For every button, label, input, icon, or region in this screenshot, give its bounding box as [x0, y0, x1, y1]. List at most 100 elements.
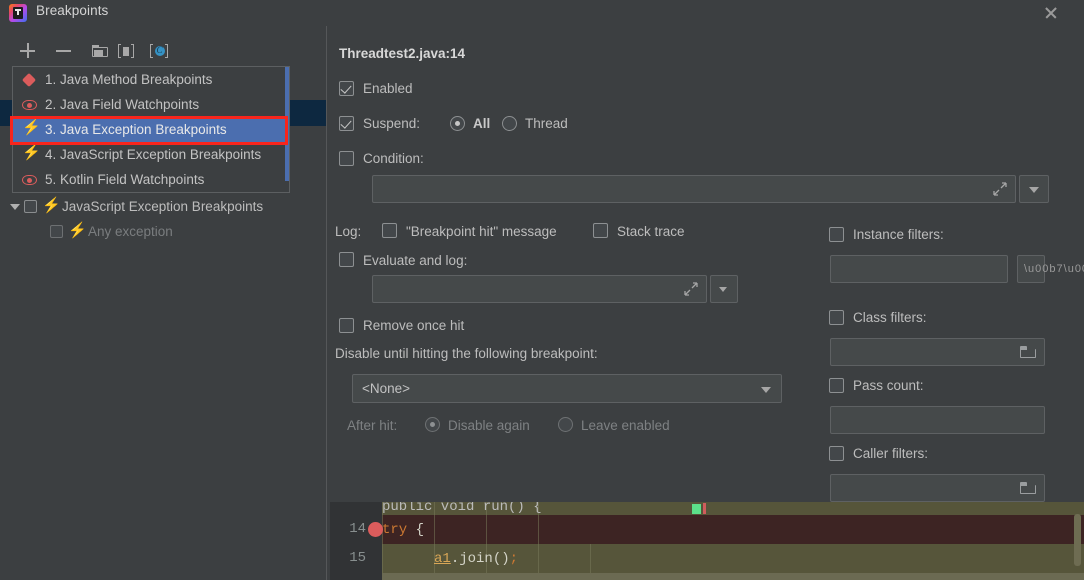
caller-filters-input[interactable] — [830, 474, 1045, 502]
tree-group-row[interactable]: JavaScript Exception Breakpoints — [0, 194, 326, 219]
popup-item-label: 2. Java Field Watchpoints — [45, 97, 200, 112]
evaluate-and-log-dropdown-button[interactable] — [710, 275, 738, 303]
popup-item-java-exception-breakpoints[interactable]: 3. Java Exception Breakpoints — [13, 117, 289, 142]
code-line-13-text: public void run() { — [382, 502, 542, 515]
breakpoint-details-panel: Threadtest2.java:14 Enabled Suspend: All… — [327, 26, 1084, 580]
chevron-down-icon — [761, 386, 771, 393]
add-breakpoint-button[interactable] — [16, 38, 42, 64]
evaluate-and-log-checkbox[interactable] — [339, 252, 354, 267]
popup-item-label: 1. Java Method Breakpoints — [45, 72, 213, 87]
instance-filters-input[interactable] — [830, 255, 1008, 283]
popup-item-label: 3. Java Exception Breakpoints — [45, 122, 227, 137]
caller-filters-checkbox[interactable] — [829, 446, 844, 461]
code-error-marker — [703, 503, 706, 514]
breakpoints-toolbar: C — [0, 38, 326, 66]
class-filters-checkbox[interactable] — [829, 310, 844, 325]
move-to-group-button[interactable] — [114, 38, 140, 64]
code-keyword-try: try — [382, 521, 408, 538]
breakpoint-group-icon — [118, 44, 134, 58]
caller-filters-label: Caller filters: — [853, 446, 929, 461]
tree-group-label: JavaScript Exception Breakpoints — [62, 199, 264, 214]
remove-once-hit-checkbox[interactable] — [339, 318, 354, 333]
lightning-icon — [22, 118, 41, 138]
after-hit-disable-again-radio[interactable] — [425, 417, 440, 432]
popup-item-kotlin-field-watchpoints[interactable]: 5. Kotlin Field Watchpoints — [13, 167, 289, 192]
intellij-idea-logo-icon — [9, 4, 27, 22]
condition-checkbox[interactable] — [339, 151, 354, 166]
condition-dropdown-button[interactable] — [1019, 175, 1049, 203]
instance-filters-checkbox[interactable] — [829, 227, 844, 242]
code-semicolon: ; — [509, 550, 519, 567]
breakpoint-type-popup[interactable]: 1. Java Method Breakpoints 2. Java Field… — [12, 66, 290, 193]
eye-icon — [22, 172, 38, 188]
after-hit-leave-enabled-radio[interactable] — [558, 417, 573, 432]
breakpoint-marker-icon[interactable] — [368, 522, 383, 537]
code-line-13: public void run() { — [330, 502, 1084, 531]
folder-icon[interactable] — [1020, 482, 1036, 494]
suspend-all-label: All — [473, 116, 491, 131]
after-hit-leave-enabled-label: Leave enabled — [581, 418, 670, 433]
line-number-14: 14 — [349, 521, 366, 537]
group-by-class-button[interactable]: C — [147, 38, 173, 64]
breakpoints-dialog: Breakpoints C JavaScript Exception — [0, 0, 1084, 580]
lightning-icon — [42, 196, 61, 215]
class-filters-label: Class filters: — [853, 310, 927, 325]
code-preview-editor[interactable]: public void run() { try { a1.join(); 14 … — [330, 502, 1084, 580]
log-stack-trace-checkbox[interactable] — [593, 223, 608, 238]
after-hit-label: After hit: — [347, 418, 398, 433]
popup-item-label: 4. JavaScript Exception Breakpoints — [45, 147, 262, 162]
eye-icon — [22, 97, 38, 113]
close-icon[interactable] — [1040, 2, 1062, 24]
enabled-label: Enabled — [363, 81, 413, 96]
enabled-checkbox[interactable] — [339, 81, 354, 96]
pass-count-label: Pass count: — [853, 378, 924, 393]
diamond-icon — [21, 72, 38, 88]
popup-item-label: 5. Kotlin Field Watchpoints — [45, 172, 205, 187]
disable-until-combobox[interactable]: <None> — [352, 374, 782, 403]
code-method-call: .join() — [450, 550, 510, 567]
editor-scrollbar[interactable] — [1074, 514, 1081, 566]
dialog-titlebar: Breakpoints — [0, 0, 1084, 26]
disable-until-label: Disable until hitting the following brea… — [335, 346, 598, 361]
editor-gutter[interactable]: 14 15 — [330, 502, 382, 580]
ellipsis-icon: \u00b7\u00b7\u00b7 — [1024, 263, 1084, 275]
pass-count-input[interactable] — [830, 406, 1045, 434]
expand-icon[interactable] — [684, 282, 698, 296]
instance-filters-label: Instance filters: — [853, 227, 944, 242]
evaluate-and-log-label: Evaluate and log: — [363, 253, 468, 268]
suspend-checkbox[interactable] — [339, 116, 354, 131]
tree-child-checkbox[interactable] — [50, 225, 63, 238]
expand-icon[interactable] — [993, 182, 1007, 196]
class-filters-input[interactable] — [830, 338, 1045, 366]
log-label: Log: — [335, 224, 362, 239]
code-brace: { — [407, 521, 425, 538]
tree-group-checkbox[interactable] — [24, 200, 37, 213]
folder-icon[interactable] — [1020, 346, 1036, 358]
tree-child-label: Any exception — [88, 224, 173, 239]
condition-input[interactable] — [372, 175, 1016, 203]
popup-scrollbar[interactable] — [285, 67, 289, 181]
tree-child-row[interactable]: Any exception — [0, 219, 326, 244]
group-by-folder-button[interactable] — [88, 38, 114, 64]
pass-count-checkbox[interactable] — [829, 378, 844, 393]
popup-item-java-field-watchpoints[interactable]: 2. Java Field Watchpoints — [13, 92, 289, 117]
evaluate-and-log-input[interactable] — [372, 275, 707, 303]
log-breakpoint-hit-checkbox[interactable] — [382, 223, 397, 238]
line-number-15: 15 — [349, 550, 366, 566]
page-title: Threadtest2.java:14 — [339, 46, 466, 61]
instance-filters-browse-button[interactable]: \u00b7\u00b7\u00b7 — [1017, 255, 1084, 283]
popup-item-java-method-breakpoints[interactable]: 1. Java Method Breakpoints — [13, 67, 289, 92]
suspend-thread-radio[interactable] — [502, 116, 517, 131]
dialog-title: Breakpoints — [36, 3, 109, 18]
class-icon: C — [150, 44, 168, 58]
suspend-all-radio[interactable] — [450, 116, 465, 131]
folder-icon — [92, 45, 109, 57]
vcs-change-marker — [692, 504, 701, 514]
popup-item-javascript-exception-breakpoints[interactable]: 4. JavaScript Exception Breakpoints — [13, 142, 289, 167]
remove-breakpoint-button[interactable] — [52, 38, 78, 64]
condition-label: Condition: — [363, 151, 424, 166]
log-breakpoint-hit-label: "Breakpoint hit" message — [406, 224, 557, 239]
chevron-down-icon[interactable] — [8, 200, 22, 214]
suspend-thread-label: Thread — [525, 116, 568, 131]
chevron-down-icon — [1029, 187, 1039, 193]
